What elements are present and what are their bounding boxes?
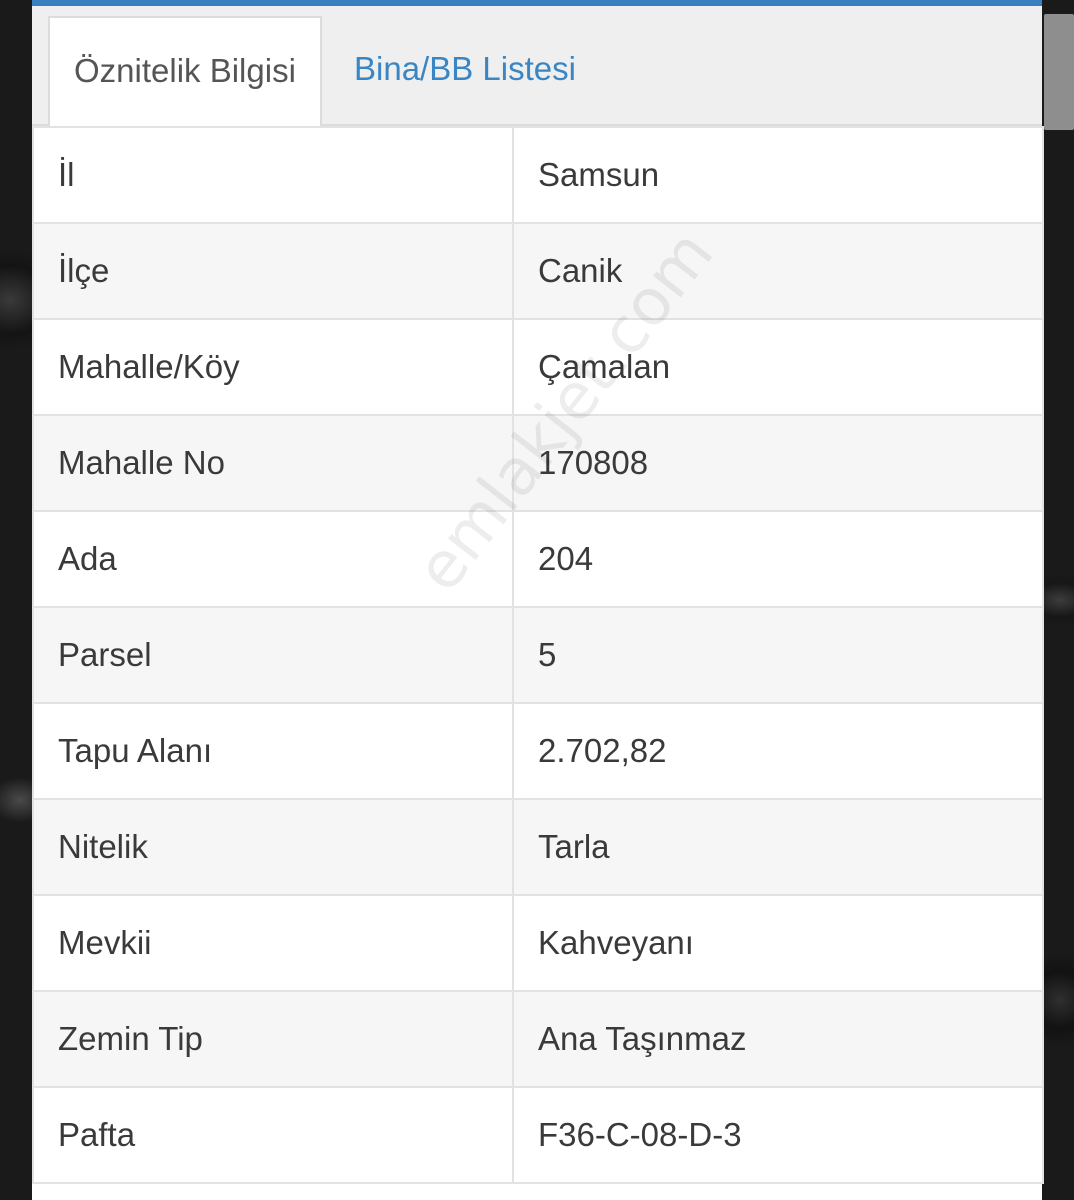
row-label-ada: Ada	[32, 510, 514, 608]
table-row: Zemin Tip Ana Taşınmaz	[32, 990, 1044, 1088]
tab-attribute-info[interactable]: Öznitelik Bilgisi	[48, 16, 322, 128]
row-label-mahalle-koy: Mahalle/Köy	[32, 318, 514, 416]
row-value-parsel: 5	[512, 606, 1044, 704]
row-label-zemin-tip: Zemin Tip	[32, 990, 514, 1088]
attribute-table: İl Samsun İlçe Canik Mahalle/Köy Çamalan…	[32, 126, 1044, 1184]
row-label-tapu-alani: Tapu Alanı	[32, 702, 514, 800]
scrollbar-thumb[interactable]	[1044, 14, 1074, 130]
tab-strip: Öznitelik Bilgisi Bina/BB Listesi	[32, 6, 1042, 128]
attribute-panel: Öznitelik Bilgisi Bina/BB Listesi İl Sam…	[32, 0, 1044, 1200]
table-row: İlçe Canik	[32, 222, 1044, 320]
row-value-il: Samsun	[512, 126, 1044, 224]
table-row: Ada 204	[32, 510, 1044, 608]
row-value-ada: 204	[512, 510, 1044, 608]
table-row: Tapu Alanı 2.702,82	[32, 702, 1044, 800]
row-label-parsel: Parsel	[32, 606, 514, 704]
row-label-ilce: İlçe	[32, 222, 514, 320]
row-value-mahalle-no: 170808	[512, 414, 1044, 512]
table-row: Pafta F36-C-08-D-3	[32, 1086, 1044, 1184]
scrollbar-track[interactable]	[1044, 0, 1074, 1200]
row-label-mevkii: Mevkii	[32, 894, 514, 992]
row-label-il: İl	[32, 126, 514, 224]
row-value-pafta: F36-C-08-D-3	[512, 1086, 1044, 1184]
table-row: Mahalle No 170808	[32, 414, 1044, 512]
table-row: Mahalle/Köy Çamalan	[32, 318, 1044, 416]
table-row: Mevkii Kahveyanı	[32, 894, 1044, 992]
row-label-nitelik: Nitelik	[32, 798, 514, 896]
tab-building-list[interactable]: Bina/BB Listesi	[330, 16, 630, 128]
row-label-pafta: Pafta	[32, 1086, 514, 1184]
row-label-mahalle-no: Mahalle No	[32, 414, 514, 512]
row-value-ilce: Canik	[512, 222, 1044, 320]
table-row: Parsel 5	[32, 606, 1044, 704]
row-value-mevkii: Kahveyanı	[512, 894, 1044, 992]
row-value-mahalle-koy: Çamalan	[512, 318, 1044, 416]
row-value-tapu-alani: 2.702,82	[512, 702, 1044, 800]
table-row: Nitelik Tarla	[32, 798, 1044, 896]
table-row: İl Samsun	[32, 126, 1044, 224]
row-value-zemin-tip: Ana Taşınmaz	[512, 990, 1044, 1088]
row-value-nitelik: Tarla	[512, 798, 1044, 896]
